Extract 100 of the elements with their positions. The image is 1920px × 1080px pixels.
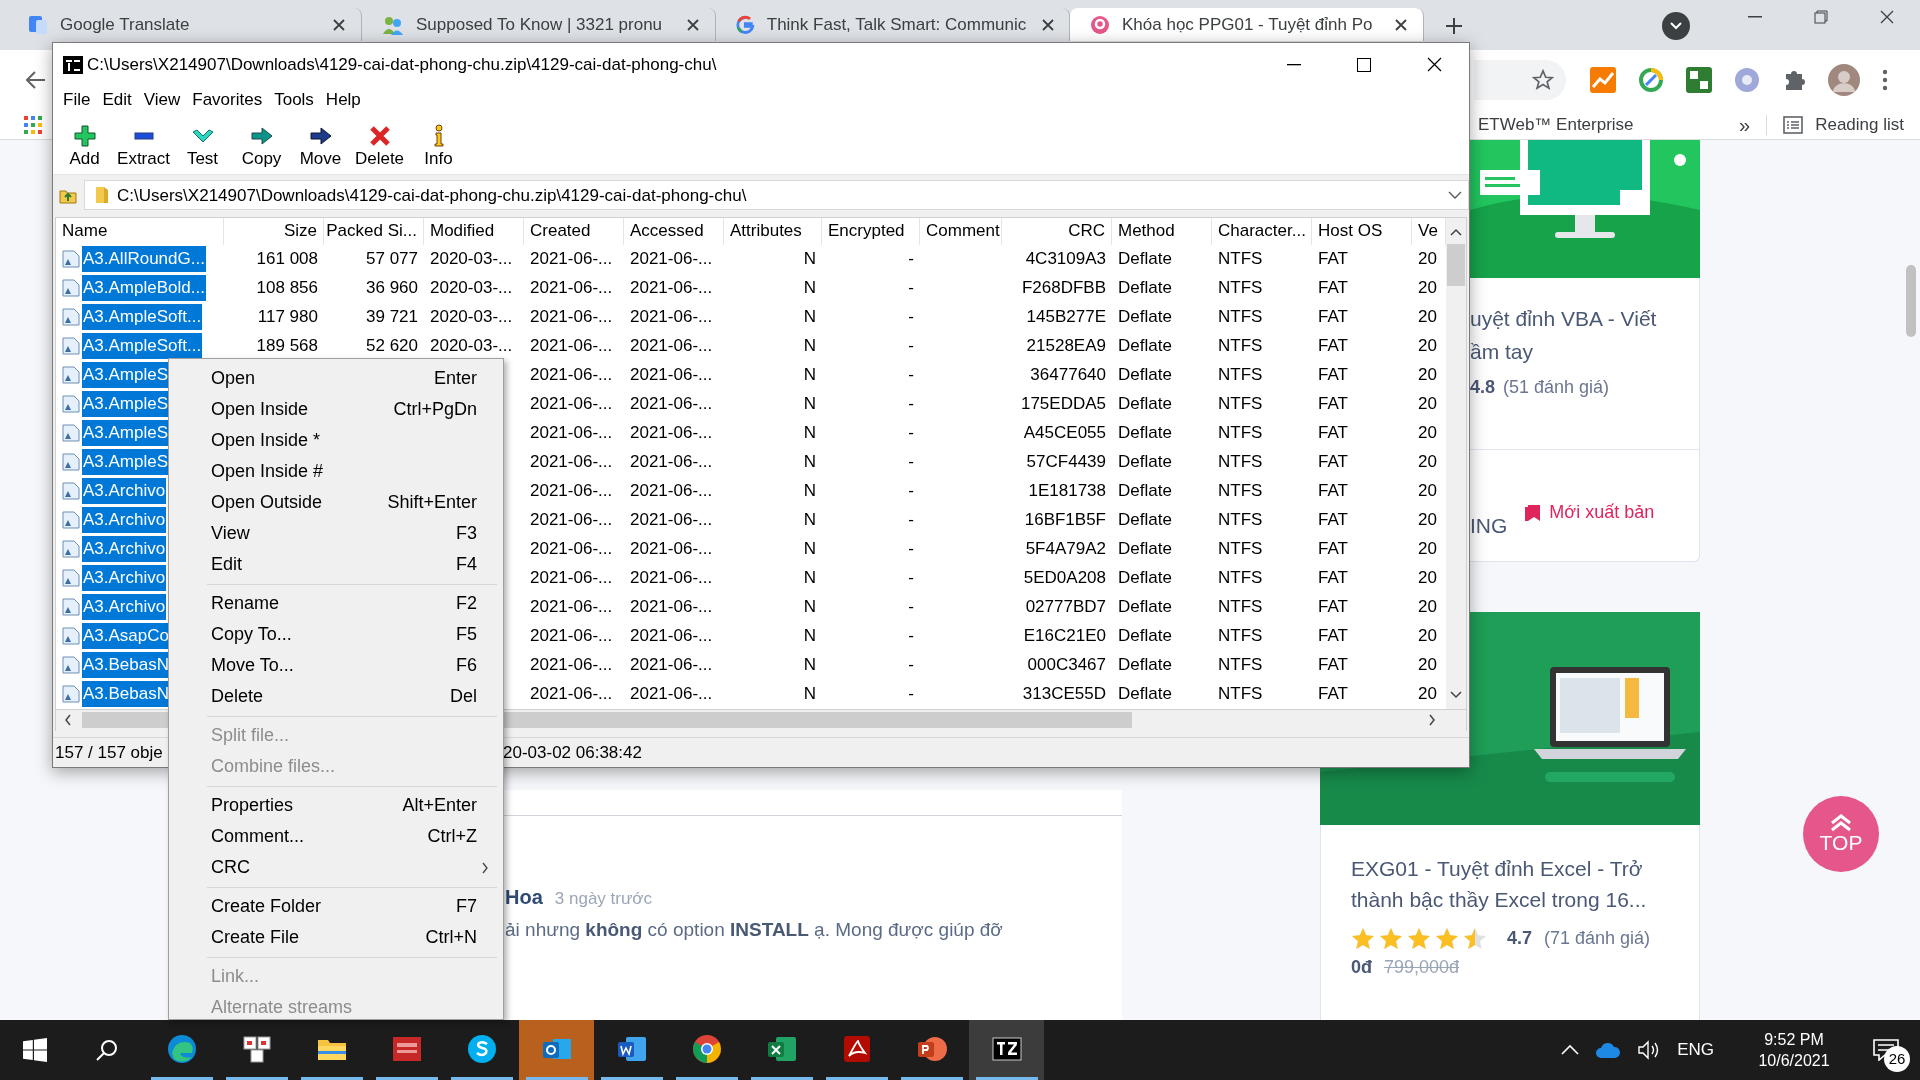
menu-item[interactable]: Edit — [96, 87, 138, 113]
course-card[interactable]: EXG01 - Tuyệt đỉnh Excel - Trở thành bậc thầy Excel trong 16... 4.7 (71 đánh giá) 0đ 799,000đ — [1320, 825, 1700, 1020]
language-indicator[interactable]: ENG — [1677, 1037, 1714, 1063]
file-name[interactable]: A3.AmpleS — [82, 449, 170, 475]
dropdown-icon[interactable] — [1448, 190, 1462, 201]
column-header[interactable]: CRC — [1002, 217, 1112, 245]
column-header[interactable]: Name — [56, 217, 224, 245]
file-name[interactable]: A3.Archivo — [82, 478, 167, 504]
table-cell-text: 2021-06-... — [629, 451, 714, 474]
menu-item[interactable]: Edit F4 — [169, 549, 503, 580]
menu-item[interactable]: Copy To... F5 — [169, 619, 503, 650]
notification-button[interactable]: 26 — [1860, 1020, 1912, 1080]
file-name[interactable]: A3.AsapCo — [82, 623, 170, 649]
file-name[interactable]: A3.AmpleSoft... — [82, 333, 203, 359]
vertical-scrollbar[interactable] — [1446, 217, 1466, 709]
course-card[interactable]: uyệt đỉnh VBA - Viết ầm tay 4.8 (51 đánh giá) ING Mới xuất bản — [1470, 140, 1700, 563]
file-name[interactable]: A3.AmpleS — [82, 391, 170, 417]
menu-item[interactable]: CRC — [169, 852, 503, 883]
menu-item[interactable]: Move To... F6 — [169, 650, 503, 681]
scroll-right-icon[interactable] — [1428, 714, 1436, 727]
column-header[interactable]: Comment — [920, 217, 1002, 245]
file-name[interactable]: A3.Archivo — [82, 594, 167, 620]
cloud-icon[interactable] — [1595, 1041, 1622, 1059]
menu-item[interactable]: Favorites — [186, 87, 269, 113]
course-title[interactable]: uyệt đỉnh VBA - Viết — [1470, 302, 1699, 335]
toolbar-button[interactable]: Extract — [114, 124, 173, 170]
bookmark-link[interactable]: ETWeb™ Enterprise — [1478, 111, 1634, 138]
menu-item[interactable]: Help — [319, 87, 367, 113]
column-header[interactable]: Accessed — [624, 217, 724, 245]
file-name[interactable]: A3.AmpleS — [82, 362, 170, 388]
menu-item[interactable]: View — [137, 87, 187, 113]
scroll-up-icon[interactable] — [1450, 227, 1462, 236]
toolbar-button[interactable]: Info — [409, 124, 468, 170]
reading-list-link[interactable]: Reading list — [1815, 111, 1904, 138]
course-title[interactable]: ầm tay — [1470, 335, 1699, 368]
browser-tab[interactable]: Khóa học PPG01 - Tuyệt đỉnh Po — [1070, 8, 1424, 41]
table-cell-text: 2021-06-... — [629, 625, 714, 648]
toolbar-button[interactable]: Copy — [232, 124, 291, 170]
column-header[interactable]: Method — [1112, 217, 1212, 245]
star-icon — [1407, 926, 1431, 951]
menu-item[interactable]: Properties Alt+Enter — [169, 790, 503, 821]
column-header[interactable]: Modified — [424, 217, 524, 245]
menu-item[interactable]: Create File Ctrl+N — [169, 922, 503, 953]
column-header[interactable]: Host OS — [1312, 217, 1412, 245]
file-name[interactable]: A3.BebasN — [82, 652, 170, 678]
menu-item[interactable]: Open Outside Shift+Enter — [169, 487, 503, 518]
menu-item[interactable]: Tools — [268, 87, 320, 113]
menu-item[interactable]: View F3 — [169, 518, 503, 549]
address-bar[interactable] — [1474, 60, 1566, 100]
more-bookmarks-button[interactable]: » — [1739, 109, 1751, 140]
clock[interactable]: 9:52 PM 10/6/2021 — [1744, 1029, 1844, 1071]
course-title[interactable]: EXG01 - Tuyệt đỉnh Excel - Trở thành bậc thầy Excel trong 16... — [1351, 853, 1669, 916]
scroll-down-icon[interactable] — [1450, 690, 1462, 699]
file-name[interactable]: A3.Archivo — [82, 536, 167, 562]
star-icon[interactable] — [1532, 69, 1554, 91]
file-icon — [62, 366, 80, 385]
column-header[interactable]: Attributes — [724, 217, 822, 245]
menu-item[interactable]: Open Inside Ctrl+PgDn — [169, 394, 503, 425]
column-header[interactable]: Created — [524, 217, 624, 245]
file-name[interactable]: A3.AllRoundG... — [82, 246, 206, 272]
file-name[interactable]: A3.Archivo — [82, 507, 167, 533]
grid-extension-icon[interactable] — [1686, 67, 1712, 93]
menu-item[interactable]: Open Enter — [169, 363, 503, 394]
menu-item[interactable]: Rename F2 — [169, 588, 503, 619]
ring-extension-icon[interactable] — [1638, 67, 1664, 93]
file-name[interactable]: A3.Archivo — [82, 565, 167, 591]
scroll-left-icon[interactable] — [64, 714, 72, 727]
menu-icon[interactable] — [1882, 69, 1888, 91]
list-icon[interactable] — [1783, 115, 1804, 134]
path-field[interactable]: C:\Users\X214907\Downloads\4129-cai-dat-phong-chu.zip\4129-cai-dat-phong-chu\ — [84, 180, 1469, 211]
search-icon — [95, 1038, 119, 1062]
menu-item[interactable]: Create Folder F7 — [169, 891, 503, 922]
menu-item[interactable]: Comment... Ctrl+Z — [169, 821, 503, 852]
table-cell-text: 2021-06-... — [629, 277, 714, 300]
column-header[interactable]: Character... — [1212, 217, 1312, 245]
column-header[interactable]: Encrypted — [822, 217, 920, 245]
menu-item[interactable]: Open Inside * — [169, 425, 503, 456]
table-cell-text: FAT — [1317, 393, 1349, 416]
file-name[interactable]: A3.AmpleS — [82, 420, 170, 446]
column-header[interactable]: Packed Si... — [324, 217, 424, 245]
toolbar-button[interactable]: Add — [55, 124, 114, 170]
toolbar-button[interactable]: Delete — [350, 124, 409, 170]
chevron-up-icon[interactable] — [1561, 1044, 1580, 1056]
scroll-thumb[interactable] — [1447, 243, 1465, 286]
comment-author[interactable]: Hoa — [505, 882, 543, 912]
table-cell-text: N — [802, 683, 817, 706]
tab-search-button[interactable] — [1662, 12, 1690, 40]
column-header[interactable]: Size — [224, 217, 324, 245]
toolbar-button[interactable]: Test — [173, 124, 232, 170]
file-name[interactable]: A3.AmpleSoft... — [82, 304, 203, 330]
menu-item[interactable]: Delete Del — [169, 681, 503, 712]
chart-extension-icon[interactable] — [1590, 67, 1616, 93]
menu-item[interactable]: Open Inside # — [169, 456, 503, 487]
file-name[interactable]: A3.BebasN — [82, 681, 170, 707]
avatar-icon[interactable] — [1828, 64, 1860, 96]
apps-grid-icon[interactable] — [24, 115, 42, 134]
file-name[interactable]: A3.AmpleBold... — [82, 275, 206, 301]
page-scrollbar[interactable] — [1906, 265, 1916, 337]
toolbar-button[interactable]: Move — [291, 124, 350, 170]
menu-item[interactable]: File — [57, 87, 97, 113]
